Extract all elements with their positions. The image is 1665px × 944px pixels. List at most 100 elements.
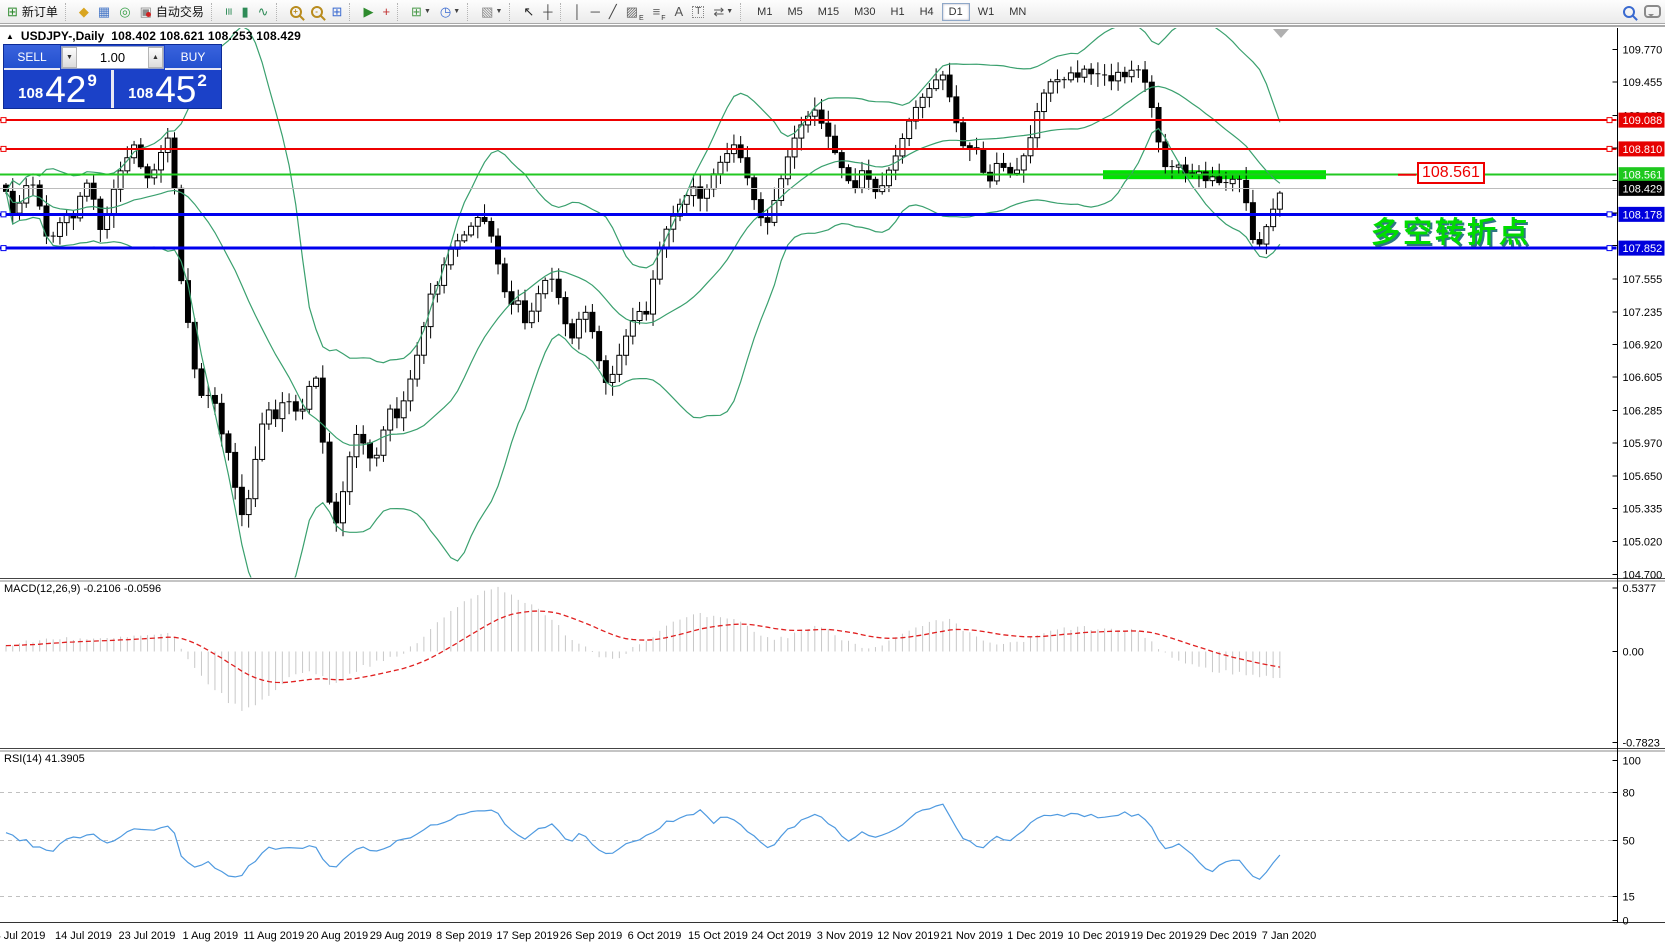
crosshair-icon[interactable]: ┼ [539, 1, 556, 23]
candle [314, 378, 319, 386]
line-handle[interactable] [1, 146, 6, 151]
market-watch-icon[interactable]: ◆ [75, 1, 93, 23]
timeframe-m30[interactable]: M30 [847, 3, 882, 21]
candle [212, 395, 217, 403]
candle [1089, 69, 1094, 74]
fibonacci-icon[interactable]: ≡F [649, 1, 670, 23]
volume-down-button[interactable]: ▼ [62, 47, 77, 68]
turning-point-note[interactable]: 多空转折点 [1371, 209, 1531, 251]
candle [940, 75, 945, 80]
line-handle[interactable] [1607, 212, 1612, 217]
dropdown-caret-icon[interactable]: ▼ [726, 8, 733, 15]
candle [812, 110, 817, 116]
community-icon[interactable] [1640, 1, 1665, 23]
vertical-line-icon[interactable]: │ [570, 1, 586, 23]
volume-input[interactable]: 1.00 [77, 47, 148, 68]
svg-text:21 Nov 2019: 21 Nov 2019 [941, 930, 1003, 942]
timeframe-m15[interactable]: M15 [811, 3, 846, 21]
candle [630, 321, 635, 337]
candle [165, 138, 170, 152]
search-icon[interactable] [1619, 1, 1639, 23]
dropdown-caret-icon[interactable]: ▼ [495, 8, 502, 15]
new-chart-icon[interactable]: ⊞▼ [407, 1, 435, 23]
data-window-icon[interactable]: ▦ [94, 1, 114, 23]
dropdown-caret-icon[interactable]: ▼ [424, 8, 431, 15]
line-handle[interactable] [1, 246, 6, 251]
candle [246, 499, 251, 515]
autotrade-button[interactable]: ▣自动交易 [136, 1, 208, 23]
timeframe-w1[interactable]: W1 [971, 3, 1002, 21]
tool-subletter: F [661, 15, 665, 22]
candle [1143, 70, 1148, 82]
time-axis[interactable]: 4 Jul 201914 Jul 201923 Jul 20191 Aug 20… [0, 930, 1316, 942]
dropdown-caret-icon[interactable]: ▼ [453, 8, 460, 15]
line-handle[interactable] [1607, 246, 1612, 251]
toolbar: ⊞新订单◆▦◎▣自动交易≡▮∿+-⊞▶+⊞▼◷▼▧▼↖┼│─╱▨E≡FAT⇄▼M… [0, 0, 1665, 24]
line-handle[interactable] [1607, 146, 1612, 151]
line-handle[interactable] [1607, 118, 1612, 123]
signals-glyph: ◎ [119, 5, 130, 18]
line-handle[interactable] [1, 118, 6, 123]
candle [967, 146, 972, 148]
chart-shift-marker[interactable] [1273, 29, 1289, 38]
candle [17, 203, 22, 213]
sell-button[interactable]: SELL [4, 45, 60, 70]
candle [988, 172, 993, 181]
timeframe-d1[interactable]: D1 [942, 3, 970, 21]
timeframe-mn[interactable]: MN [1002, 3, 1033, 21]
search-glyph [1623, 6, 1635, 18]
hline-glyph: ─ [591, 5, 600, 18]
buy-button[interactable]: BUY [165, 45, 221, 70]
candle [1109, 76, 1114, 81]
buy-price-big: 45 [155, 74, 196, 105]
signals-icon[interactable]: ◎ [115, 1, 134, 23]
candle [1203, 172, 1208, 181]
collapse-panel-icon[interactable]: ▲ [6, 32, 14, 41]
candle [233, 452, 238, 487]
timeframe-h4[interactable]: H4 [913, 3, 941, 21]
autoscroll-icon[interactable]: ▶ [359, 1, 377, 23]
trendline-icon[interactable]: ╱ [605, 1, 621, 23]
market-watch-glyph: ◆ [79, 5, 89, 18]
candle [886, 170, 891, 186]
equidistant-channel-icon[interactable]: ▨E [622, 1, 648, 23]
volume-stepper: ▼ 1.00 ▲ [61, 46, 164, 69]
new-order-button[interactable]: ⊞新订单 [3, 1, 62, 23]
candle [1244, 180, 1249, 202]
zoom-out-icon[interactable]: - [307, 1, 327, 23]
arrows-icon[interactable]: ⇄▼ [709, 1, 737, 23]
svg-text:12 Nov 2019: 12 Nov 2019 [877, 930, 939, 942]
line-chart-icon[interactable]: ∿ [254, 1, 273, 23]
cursor-icon[interactable]: ↖ [519, 1, 538, 23]
profiles-icon[interactable]: ◷▼ [436, 1, 464, 23]
zoom-in-icon[interactable]: + [286, 1, 306, 23]
price-axis[interactable]: 109.770109.455109.135108.820108.505108.1… [1613, 28, 1665, 923]
cursor-glyph: ↖ [523, 5, 534, 18]
timeframe-h1[interactable]: H1 [884, 3, 912, 21]
timeframe-m5[interactable]: M5 [780, 3, 809, 21]
line-chart-glyph: ∿ [258, 5, 269, 18]
sell-price[interactable]: 108 42 9 [4, 70, 111, 108]
candle [961, 123, 966, 146]
horizontal-line-icon[interactable]: ─ [587, 1, 604, 23]
svg-text:0.00: 0.00 [1623, 647, 1644, 659]
text-label-icon[interactable]: T [688, 1, 708, 23]
line-handle[interactable] [1, 212, 6, 217]
tile-windows-icon[interactable]: ⊞ [328, 1, 347, 23]
candle [1028, 138, 1033, 156]
sell-price-sup: 9 [87, 71, 96, 91]
buy-price[interactable]: 108 45 2 [114, 70, 221, 108]
bar-chart-icon[interactable]: ≡ [221, 1, 237, 23]
candle [610, 374, 615, 382]
candle [1041, 93, 1046, 111]
candle [159, 152, 164, 169]
support-price-label[interactable]: 108.561 [1417, 162, 1485, 184]
candlestick-chart-icon[interactable]: ▮ [237, 1, 252, 23]
text-icon[interactable]: A [671, 1, 688, 23]
shift-chart-icon[interactable]: + [378, 1, 394, 23]
timeframe-m1[interactable]: M1 [750, 3, 779, 21]
templates-icon[interactable]: ▧▼ [477, 1, 506, 23]
candle [981, 150, 986, 173]
chart-canvas: 109.770109.455109.135108.820108.505108.1… [0, 0, 1665, 944]
volume-up-button[interactable]: ▲ [148, 47, 163, 68]
